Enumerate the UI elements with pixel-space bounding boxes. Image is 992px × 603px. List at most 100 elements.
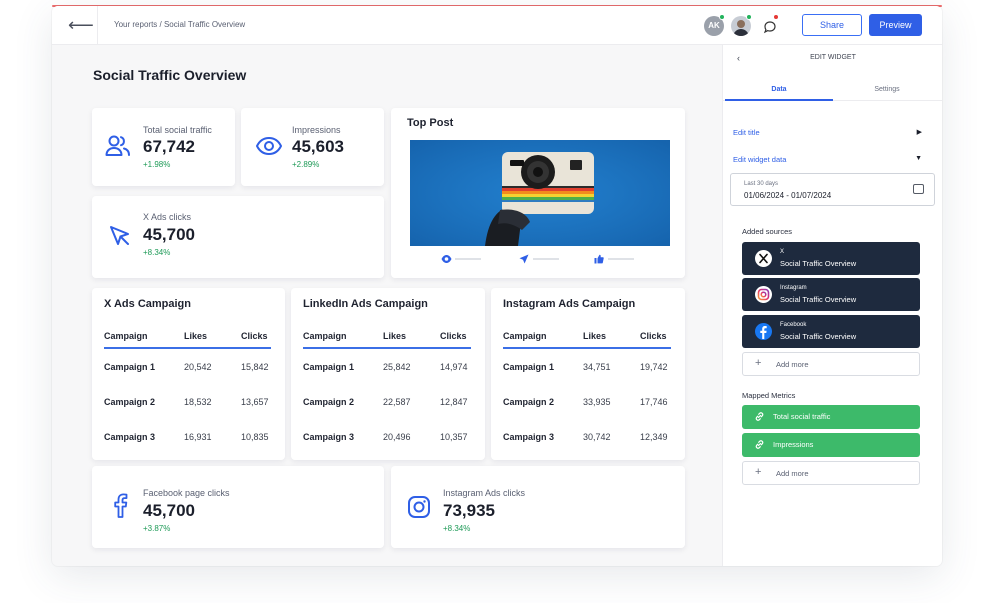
send-icon bbox=[519, 254, 529, 264]
metric-impressions[interactable]: Impressions bbox=[742, 433, 920, 457]
instagram-icon bbox=[408, 496, 430, 518]
table-cell: 13,657 bbox=[241, 396, 269, 407]
thumbs-up-icon bbox=[594, 254, 604, 264]
x-logo-icon bbox=[755, 250, 772, 267]
table-cell: 25,842 bbox=[383, 361, 411, 372]
instagram-logo-icon bbox=[755, 286, 772, 303]
edit-widget-data-link[interactable]: Edit widget data bbox=[733, 155, 786, 164]
stat-label: Instagram Ads clicks bbox=[443, 488, 526, 498]
stat-card-x-ads-clicks[interactable]: X Ads clicks 45,700 +8.34% bbox=[92, 196, 384, 278]
instagram-ads-campaign-table: Instagram Ads Campaign Campaign Likes Cl… bbox=[491, 288, 685, 460]
edit-widget-panel: ‹ EDIT WIDGET Data Settings Edit title ▶… bbox=[722, 45, 942, 566]
plus-icon: + bbox=[755, 466, 762, 478]
table-cell: 20,496 bbox=[383, 431, 411, 442]
stat-change: +2.89% bbox=[292, 160, 320, 169]
calendar-icon[interactable] bbox=[913, 184, 924, 194]
table-cell: Campaign 1 bbox=[503, 361, 555, 372]
top-post-image[interactable] bbox=[410, 140, 670, 246]
source-item-instagram[interactable]: Instagram Social Traffic Overview bbox=[742, 278, 920, 311]
back-arrow-icon[interactable]: ⟵ bbox=[68, 14, 94, 36]
stat-value: 45,700 bbox=[143, 225, 195, 244]
added-sources-heading: Added sources bbox=[742, 227, 793, 236]
table-header: Campaign Likes Clicks bbox=[303, 325, 471, 349]
table-title: X Ads Campaign bbox=[104, 298, 191, 310]
tab-data[interactable]: Data bbox=[725, 79, 833, 101]
column-header: Clicks bbox=[640, 331, 667, 341]
eye-icon bbox=[441, 255, 452, 263]
stat-change: +8.34% bbox=[443, 524, 471, 533]
add-metric-button[interactable]: + Add more bbox=[742, 461, 920, 485]
source-network: X bbox=[780, 249, 785, 255]
caret-down-icon[interactable]: ▼ bbox=[915, 155, 922, 162]
stat-card-instagram-ads-clicks[interactable]: Instagram Ads clicks 73,935 +8.34% bbox=[391, 466, 685, 548]
metric-total-social-traffic[interactable]: Total social traffic bbox=[742, 405, 920, 429]
table: Campaign Likes Clicks Campaign 1 20,542 … bbox=[104, 325, 271, 454]
table-row: Campaign 2 22,587 12,847 bbox=[303, 384, 471, 419]
plus-icon: + bbox=[755, 357, 762, 369]
table-row: Campaign 1 25,842 14,974 bbox=[303, 349, 471, 384]
column-header: Campaign bbox=[104, 331, 148, 341]
column-header: Likes bbox=[383, 331, 407, 341]
stat-value: 73,935 bbox=[443, 501, 495, 520]
stat-card-facebook-page-clicks[interactable]: Facebook page clicks 45,700 +3.87% bbox=[92, 466, 384, 548]
table-row: Campaign 1 34,751 19,742 bbox=[503, 349, 671, 384]
column-header: Campaign bbox=[303, 331, 347, 341]
page-title: Social Traffic Overview bbox=[93, 67, 247, 83]
date-range-value: 01/06/2024 - 01/07/2024 bbox=[744, 191, 832, 200]
shares-metric bbox=[519, 254, 563, 264]
caret-right-icon[interactable]: ▶ bbox=[917, 128, 922, 136]
breadcrumb[interactable]: Your reports / Social Traffic Overview bbox=[114, 20, 245, 29]
table-title: LinkedIn Ads Campaign bbox=[303, 298, 428, 310]
add-source-button[interactable]: + Add more bbox=[742, 352, 920, 376]
table-cell: Campaign 3 bbox=[104, 431, 156, 442]
metric-label: Total social traffic bbox=[773, 412, 831, 421]
top-bar: ⟵ Your reports / Social Traffic Overview… bbox=[52, 6, 942, 45]
link-icon bbox=[755, 440, 764, 449]
source-name: Social Traffic Overview bbox=[780, 332, 857, 341]
table-row: Campaign 2 33,935 17,746 bbox=[503, 384, 671, 419]
divider bbox=[97, 6, 98, 45]
stat-value: 67,742 bbox=[143, 137, 195, 156]
top-post-title: Top Post bbox=[407, 117, 454, 129]
table-cell: 10,835 bbox=[241, 431, 269, 442]
stat-change: +8.34% bbox=[143, 248, 171, 257]
metric-label: Impressions bbox=[773, 440, 814, 449]
table-cell: 10,357 bbox=[440, 431, 468, 442]
stat-card-impressions[interactable]: Impressions 45,603 +2.89% bbox=[241, 108, 384, 186]
stat-change: +1.98% bbox=[143, 160, 171, 169]
tab-settings[interactable]: Settings bbox=[833, 79, 941, 101]
mapped-metrics-heading: Mapped Metrics bbox=[742, 391, 796, 400]
table-row: Campaign 2 18,532 13,657 bbox=[104, 384, 271, 419]
source-item-facebook[interactable]: Facebook Social Traffic Overview bbox=[742, 315, 920, 348]
date-range-label: Last 30 days bbox=[744, 181, 779, 187]
likes-metric bbox=[594, 254, 638, 264]
add-more-label: Add more bbox=[776, 469, 809, 478]
stat-value: 45,700 bbox=[143, 501, 195, 520]
date-range-picker[interactable]: Last 30 days 01/06/2024 - 01/07/2024 bbox=[730, 173, 935, 206]
metric-bar bbox=[455, 258, 481, 260]
top-post-card[interactable]: Top Post bbox=[391, 108, 685, 278]
table-cell: Campaign 2 bbox=[104, 396, 156, 407]
table: Campaign Likes Clicks Campaign 1 25,842 … bbox=[303, 325, 471, 454]
stat-card-total-social-traffic[interactable]: Total social traffic 67,742 +1.98% bbox=[92, 108, 235, 186]
source-name: Social Traffic Overview bbox=[780, 295, 857, 304]
table-cell: 19,742 bbox=[640, 361, 668, 372]
edit-title-link[interactable]: Edit title bbox=[733, 128, 760, 137]
users-icon bbox=[105, 135, 130, 156]
stat-label: Total social traffic bbox=[143, 125, 212, 135]
column-header: Clicks bbox=[440, 331, 467, 341]
column-header: Campaign bbox=[503, 331, 547, 341]
table-header: Campaign Likes Clicks bbox=[503, 325, 671, 349]
preview-button[interactable]: Preview bbox=[869, 14, 922, 36]
stat-label: Facebook page clicks bbox=[143, 488, 230, 498]
table-title: Instagram Ads Campaign bbox=[503, 298, 636, 310]
stat-label: Impressions bbox=[292, 125, 341, 135]
source-item-x[interactable]: X Social Traffic Overview bbox=[742, 242, 920, 275]
source-network: Facebook bbox=[780, 322, 807, 328]
table: Campaign Likes Clicks Campaign 1 34,751 … bbox=[503, 325, 671, 454]
table-cell: Campaign 2 bbox=[303, 396, 355, 407]
share-button[interactable]: Share bbox=[802, 14, 862, 36]
column-header: Likes bbox=[583, 331, 607, 341]
table-cell: 20,542 bbox=[184, 361, 212, 372]
x-ads-campaign-table: X Ads Campaign Campaign Likes Clicks Cam… bbox=[92, 288, 285, 460]
